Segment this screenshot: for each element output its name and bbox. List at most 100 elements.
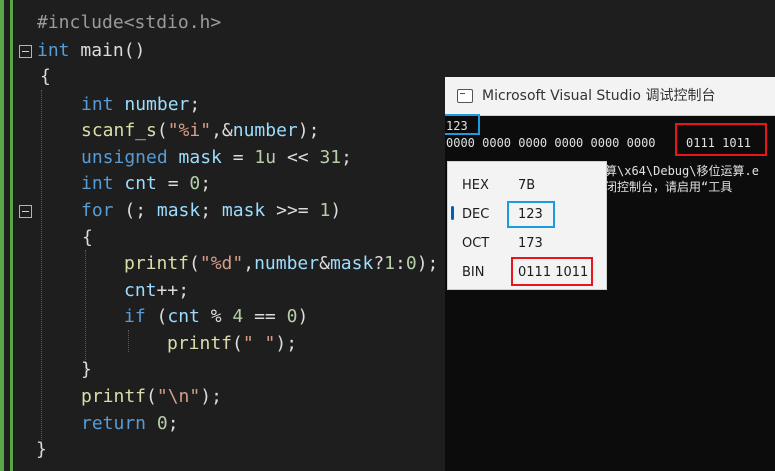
- code-token: mask: [221, 200, 266, 221]
- console-output-prefix: 0000 0000 0000 0000 0000 0000: [446, 136, 656, 150]
- code-token: (;: [113, 200, 157, 221]
- calc-value-hex: 7B: [518, 178, 536, 193]
- code-token: );: [275, 333, 298, 354]
- code-token: printf: [167, 333, 233, 354]
- code-line: printf("\n");: [81, 384, 222, 410]
- code-token: ==: [243, 306, 287, 327]
- code-line: printf(" ");: [167, 331, 297, 357]
- change-indicator-bar: [0, 0, 4, 471]
- code-line: {: [40, 64, 51, 90]
- code-line: int main(): [37, 38, 145, 64]
- code-token: mask: [178, 147, 222, 168]
- code-token: (: [146, 386, 157, 407]
- fold-toggle-main[interactable]: [19, 45, 32, 58]
- code-token: <<: [276, 147, 320, 168]
- code-token: return: [81, 413, 147, 434]
- code-token: (: [156, 120, 168, 141]
- calc-label-dec: DEC: [462, 207, 490, 222]
- code-token: number: [124, 94, 190, 115]
- console-app-icon: [457, 89, 473, 103]
- code-token: mask: [156, 200, 201, 221]
- code-line: }: [36, 437, 47, 463]
- programmer-calculator-panel[interactable]: HEX 7B DEC 123 OCT 173 BIN 0111 1011: [447, 161, 607, 290]
- code-line: int number;: [81, 92, 200, 118]
- code-line: {: [82, 225, 93, 251]
- code-token: ;: [200, 200, 222, 221]
- calc-label-bin: BIN: [462, 265, 485, 280]
- code-token: printf: [124, 253, 190, 274]
- code-token: ): [330, 200, 342, 221]
- calc-value-oct: 173: [518, 236, 543, 251]
- code-token: 0: [286, 306, 298, 327]
- console-path-text: 算\x64\Debug\移位运算.e: [605, 164, 759, 178]
- code-line: if (cnt % 4 == 0): [124, 304, 308, 330]
- output-highlight-box: [675, 123, 767, 156]
- code-token: unsigned: [81, 147, 168, 168]
- code-token: {: [82, 227, 93, 248]
- code-token: %: [199, 306, 233, 327]
- code-token: number: [232, 120, 298, 141]
- code-line: return 0;: [81, 411, 179, 437]
- code-token: {: [40, 66, 51, 87]
- code-token: =: [156, 173, 190, 194]
- code-token: " ": [242, 333, 276, 354]
- code-token: main(): [69, 40, 146, 61]
- code-token: cnt: [167, 306, 200, 327]
- code-token: >>=: [265, 200, 320, 221]
- code-token: #include<stdio.h>: [37, 12, 222, 33]
- code-token: "%i": [167, 120, 212, 141]
- code-token: ,&: [211, 120, 233, 141]
- code-token: (: [145, 306, 168, 327]
- code-token: 1: [384, 253, 395, 274]
- indent-guide: [41, 90, 42, 448]
- code-token: );: [297, 120, 320, 141]
- code-token: ,: [243, 253, 255, 274]
- code-token: ;: [341, 147, 352, 168]
- calc-row-hex[interactable]: HEX 7B: [448, 171, 608, 200]
- code-line: printf("%d",number&mask?1:0);: [124, 251, 438, 277]
- code-token: scanf_s: [81, 120, 157, 141]
- fold-toggle-for[interactable]: [19, 205, 32, 218]
- code-line: }: [81, 357, 92, 383]
- code-line: for (; mask; mask >>= 1): [81, 198, 341, 224]
- bin-highlight-box: [511, 257, 593, 286]
- code-token: ?: [373, 253, 385, 274]
- code-token: }: [36, 439, 47, 460]
- code-token: );: [200, 386, 222, 407]
- code-token: number: [254, 253, 320, 274]
- dec-highlight-box: [507, 201, 555, 228]
- code-token: if: [124, 306, 146, 327]
- code-line: #include<stdio.h>: [37, 10, 221, 36]
- input-highlight-box: [445, 114, 480, 135]
- calc-row-oct[interactable]: OCT 173: [448, 229, 608, 258]
- code-token: 1u: [254, 147, 277, 168]
- code-token: &: [319, 253, 330, 274]
- code-token: "%d": [199, 253, 244, 274]
- code-token: 0: [405, 253, 417, 274]
- code-token: ;: [167, 413, 179, 434]
- code-token: cnt: [124, 173, 157, 194]
- code-token: ;: [200, 173, 212, 194]
- code-token: 0: [156, 413, 168, 434]
- console-message-text: 闭控制台，请启用“工具: [605, 180, 733, 194]
- code-token: printf: [81, 386, 147, 407]
- code-token: cnt: [124, 280, 157, 301]
- code-token: int: [81, 173, 114, 194]
- code-token: }: [81, 359, 92, 380]
- code-token: =: [221, 147, 255, 168]
- calc-label-hex: HEX: [462, 178, 489, 193]
- code-token: 1: [319, 200, 331, 221]
- code-token: ;: [189, 94, 201, 115]
- code-token: int: [81, 94, 114, 115]
- code-line: int cnt = 0;: [81, 171, 211, 197]
- code-token: ++;: [156, 280, 190, 301]
- code-line: unsigned mask = 1u << 31;: [81, 145, 352, 171]
- console-titlebar[interactable]: Microsoft Visual Studio 调试控制台: [445, 77, 775, 116]
- calc-label-oct: OCT: [462, 236, 490, 251]
- code-token: 4: [232, 306, 244, 327]
- change-indicator-bar-inner: [10, 0, 13, 471]
